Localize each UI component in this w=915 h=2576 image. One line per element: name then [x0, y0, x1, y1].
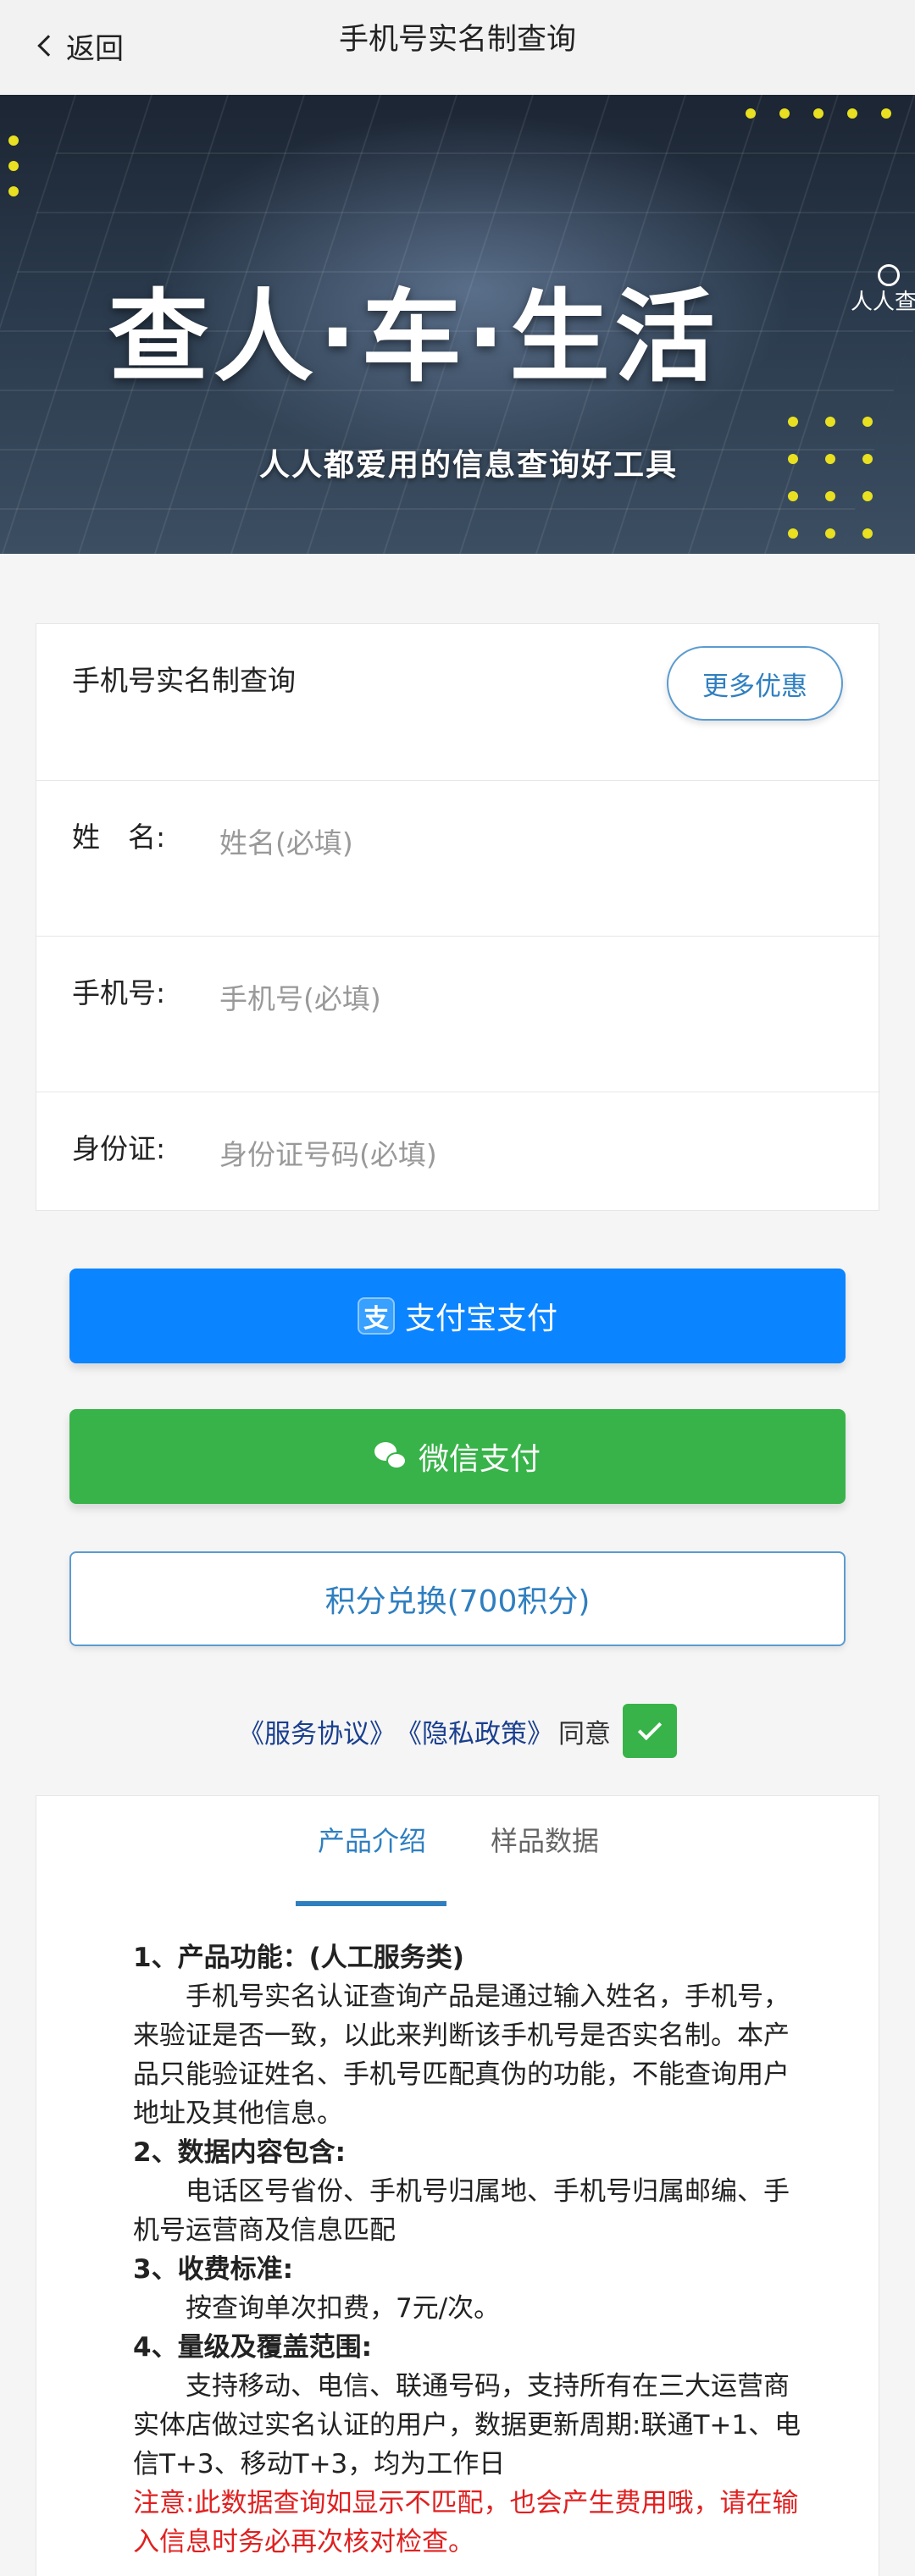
top-bar: 返回 手机号实名制查询	[0, 0, 915, 95]
phone-label: 手机号:	[72, 976, 166, 1009]
decor-dot	[8, 135, 19, 146]
page: 返回 手机号实名制查询 查人·车·生活 人人都爱用的信息查询好工具 人人查 手机…	[0, 0, 915, 2576]
wechat-label: 微信支付	[418, 1442, 541, 1477]
id-card-input[interactable]	[219, 1133, 812, 1175]
id-card-label: 身份证:	[72, 1132, 166, 1165]
privacy-policy-link[interactable]: 《隐私政策》	[396, 1712, 553, 1750]
decor-dot	[862, 417, 873, 427]
wechat-pay-button[interactable]: 微信支付	[69, 1409, 846, 1504]
decor-dot	[8, 161, 19, 171]
info-tabs: 产品介绍 样品数据	[36, 1796, 880, 1906]
logo-icon	[878, 264, 900, 286]
name-label: 姓 名:	[72, 821, 166, 854]
decor-dot	[746, 108, 756, 119]
decor-dot	[881, 108, 891, 119]
wechat-icon	[374, 1442, 408, 1471]
phone-row: 手机号:	[36, 936, 880, 1092]
form-title: 手机号实名制查询	[72, 664, 296, 697]
section-title: 3、收费标准:	[133, 2254, 293, 2285]
section-title: 4、量级及覆盖范围:	[133, 2332, 372, 2363]
fee-notice: 注意:此数据查询如显示不匹配，也会产生费用哦，请在输入信息时务必再次核对检查。	[133, 2488, 799, 2557]
agreement-row: 《服务协议》 《隐私政策》 同意	[0, 1704, 915, 1758]
decor-dot	[825, 417, 835, 427]
decor-dot	[825, 491, 835, 501]
page-title: 手机号实名制查询	[338, 23, 576, 57]
id-card-row: 身份证:	[36, 1092, 880, 1212]
section-body: 电话区号省份、手机号归属地、手机号归属邮编、手机号运营商及信息匹配	[133, 2176, 790, 2246]
points-exchange-button[interactable]: 积分兑换(700积分)	[69, 1551, 846, 1646]
service-agreement-link[interactable]: 《服务协议》	[238, 1712, 396, 1750]
section-body: 按查询单次扣费，7元/次。	[186, 2293, 501, 2324]
agree-text: 同意	[558, 1718, 611, 1750]
decor-dot	[862, 454, 873, 464]
decor-dot	[862, 491, 873, 501]
decor-dot	[779, 108, 790, 119]
section-body: 手机号实名认证查询产品是通过输入姓名，手机号，来验证是否一致，以此来判断该手机号…	[133, 1982, 790, 2129]
alipay-label: 支付宝支付	[404, 1302, 557, 1336]
section-body: 支持移动、电信、联通号码，支持所有在三大运营商实体店做过实名认证的用户，数据更新…	[133, 2371, 801, 2479]
banner-carousel[interactable]: 查人·车·生活 人人都爱用的信息查询好工具 人人查	[0, 95, 915, 554]
name-row: 姓 名:	[36, 780, 880, 936]
decor-dot	[862, 528, 873, 539]
name-input[interactable]	[219, 821, 812, 864]
alipay-button[interactable]: 支 支付宝支付	[69, 1269, 846, 1363]
decor-dot	[813, 108, 824, 119]
alipay-icon: 支	[357, 1297, 395, 1335]
decor-dot	[825, 454, 835, 464]
phone-input[interactable]	[219, 977, 812, 1020]
decor-dot	[788, 528, 798, 539]
decor-dot	[8, 186, 19, 196]
section-title: 1、产品功能：(人工服务类)	[133, 1943, 464, 1973]
active-tab-indicator	[296, 1901, 446, 1906]
agree-checkbox[interactable]	[623, 1704, 677, 1758]
decor-dot	[788, 491, 798, 501]
more-offers-button[interactable]: 更多优惠	[667, 646, 843, 721]
decor-dot	[847, 108, 857, 119]
section-title: 2、数据内容包含:	[133, 2137, 346, 2168]
decor-dot	[788, 454, 798, 464]
checkmark-icon	[637, 1716, 663, 1741]
banner-logo-text: 人人查	[851, 290, 915, 315]
product-info-card: 产品介绍 样品数据 1、产品功能：(人工服务类) 手机号实名认证查询产品是通过输…	[36, 1795, 879, 2576]
decor-dot	[825, 528, 835, 539]
product-intro-content: 1、产品功能：(人工服务类) 手机号实名认证查询产品是通过输入姓名，手机号，来验…	[133, 1938, 811, 2562]
tab-product-intro[interactable]: 产品介绍	[318, 1820, 426, 1859]
decor-dot	[788, 417, 798, 427]
banner-subline: 人人都爱用的信息查询好工具	[259, 448, 679, 483]
tab-sample-data[interactable]: 样品数据	[491, 1820, 599, 1859]
banner-headline: 查人·车·生活	[108, 279, 720, 395]
query-form-card: 手机号实名制查询 更多优惠 姓 名: 手机号: 身份证:	[36, 623, 880, 1212]
